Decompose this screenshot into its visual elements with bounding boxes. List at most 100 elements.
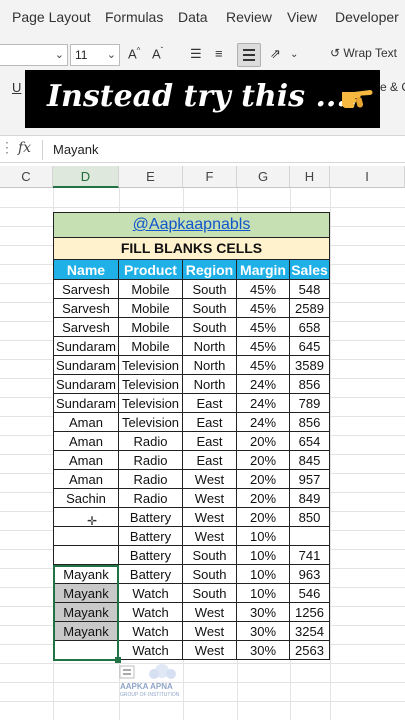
table-cell-name[interactable]: Sarvesh — [53, 280, 119, 299]
table-cell-product[interactable]: Television — [119, 413, 183, 432]
table-cell-region[interactable]: South — [183, 318, 237, 337]
table-cell-name[interactable]: Sachin — [53, 489, 119, 508]
table-cell-margin[interactable]: 30% — [237, 603, 290, 622]
table-cell-name[interactable]: Aman — [53, 413, 119, 432]
table-cell-product[interactable]: Television — [119, 375, 183, 394]
table-cell-sales[interactable]: 3254 — [290, 622, 330, 641]
table-cell-margin[interactable]: 10% — [237, 565, 290, 584]
align-middle-icon[interactable]: ≡ — [215, 46, 223, 61]
align-top-icon[interactable]: ☰ — [190, 46, 202, 62]
table-cell-sales[interactable]: 2589 — [290, 299, 330, 318]
table-cell-region[interactable]: West — [183, 622, 237, 641]
table-cell-product[interactable]: Mobile — [119, 280, 183, 299]
font-name-select[interactable]: ⌄ — [0, 44, 68, 66]
table-cell-sales[interactable]: 548 — [290, 280, 330, 299]
table-cell-margin[interactable]: 45% — [237, 280, 290, 299]
underline-icon[interactable]: U — [12, 80, 21, 95]
table-cell-name[interactable] — [53, 546, 119, 565]
increase-font-icon[interactable]: A^ — [128, 46, 140, 61]
decrease-font-icon[interactable]: Aˇ — [152, 46, 163, 61]
table-cell-region[interactable]: East — [183, 432, 237, 451]
table-cell-sales[interactable]: 645 — [290, 337, 330, 356]
table-cell-margin[interactable]: 20% — [237, 508, 290, 527]
table-cell-product[interactable]: Watch — [119, 603, 183, 622]
table-cell-margin[interactable]: 20% — [237, 470, 290, 489]
table-cell-region[interactable]: North — [183, 375, 237, 394]
table-cell-margin[interactable]: 45% — [237, 337, 290, 356]
table-cell-region[interactable]: West — [183, 527, 237, 546]
table-cell-name[interactable]: Mayank — [53, 622, 119, 641]
table-cell-region[interactable]: West — [183, 489, 237, 508]
tab-formulas[interactable]: Formulas — [105, 9, 163, 25]
column-heading-sales[interactable]: Sales — [290, 260, 330, 280]
tab-view[interactable]: View — [287, 9, 317, 25]
table-cell-name[interactable] — [53, 508, 119, 527]
table-cell-region[interactable]: East — [183, 451, 237, 470]
table-cell-sales[interactable]: 1256 — [290, 603, 330, 622]
table-cell-region[interactable]: South — [183, 299, 237, 318]
table-cell-region[interactable]: West — [183, 641, 237, 660]
table-cell-region[interactable]: North — [183, 337, 237, 356]
table-cell-region[interactable]: South — [183, 280, 237, 299]
table-cell-sales[interactable]: 3589 — [290, 356, 330, 375]
table-cell-sales[interactable]: 546 — [290, 584, 330, 603]
fx-icon[interactable]: fx — [18, 140, 31, 156]
table-cell-product[interactable]: Watch — [119, 641, 183, 660]
table-cell-margin[interactable]: 20% — [237, 432, 290, 451]
column-heading-region[interactable]: Region — [183, 260, 237, 280]
table-cell-name[interactable]: Sundaram — [53, 337, 119, 356]
table-cell-region[interactable]: West — [183, 603, 237, 622]
table-cell-product[interactable]: Battery — [119, 546, 183, 565]
table-cell-product[interactable]: Radio — [119, 489, 183, 508]
column-header-c[interactable]: C — [0, 166, 53, 188]
table-cell-name[interactable]: Sarvesh — [53, 318, 119, 337]
column-header-d[interactable]: D — [53, 166, 119, 188]
table-cell-region[interactable]: South — [183, 565, 237, 584]
tab-data[interactable]: Data — [178, 9, 208, 25]
table-cell-sales[interactable] — [290, 527, 330, 546]
column-heading-product[interactable]: Product — [119, 260, 183, 280]
table-cell-region[interactable]: South — [183, 546, 237, 565]
table-cell-sales[interactable]: 658 — [290, 318, 330, 337]
table-cell-sales[interactable]: 845 — [290, 451, 330, 470]
table-cell-sales[interactable]: 963 — [290, 565, 330, 584]
table-cell-region[interactable]: South — [183, 584, 237, 603]
table-cell-margin[interactable]: 24% — [237, 394, 290, 413]
table-cell-product[interactable]: Watch — [119, 622, 183, 641]
table-cell-margin[interactable]: 24% — [237, 375, 290, 394]
table-cell-margin[interactable]: 10% — [237, 527, 290, 546]
orientation-icon[interactable]: ⇗ — [270, 46, 281, 62]
table-cell-name[interactable]: Sundaram — [53, 356, 119, 375]
table-cell-margin[interactable]: 20% — [237, 489, 290, 508]
table-cell-product[interactable]: Television — [119, 394, 183, 413]
table-cell-product[interactable]: Battery — [119, 565, 183, 584]
table-cell-product[interactable]: Radio — [119, 470, 183, 489]
merge-center-button[interactable]: e & C — [380, 80, 405, 94]
column-header-g[interactable]: G — [237, 166, 290, 188]
table-cell-name[interactable]: Aman — [53, 470, 119, 489]
table-cell-product[interactable]: Radio — [119, 432, 183, 451]
table-cell-product[interactable]: Television — [119, 356, 183, 375]
table-cell-sales[interactable]: 789 — [290, 394, 330, 413]
column-header-h[interactable]: H — [290, 166, 330, 188]
table-cell-region[interactable]: East — [183, 413, 237, 432]
table-cell-name[interactable] — [53, 527, 119, 546]
table-cell-margin[interactable]: 10% — [237, 546, 290, 565]
table-cell-product[interactable]: Mobile — [119, 337, 183, 356]
table-cell-margin[interactable]: 10% — [237, 584, 290, 603]
table-cell-sales[interactable]: 2563 — [290, 641, 330, 660]
table-cell-name[interactable]: Mayank — [53, 584, 119, 603]
table-cell-name[interactable]: Sundaram — [53, 375, 119, 394]
table-cell-product[interactable]: Mobile — [119, 299, 183, 318]
column-header-f[interactable]: F — [183, 166, 237, 188]
table-cell-margin[interactable]: 45% — [237, 356, 290, 375]
column-header-e[interactable]: E — [119, 166, 183, 188]
table-cell-margin[interactable]: 45% — [237, 318, 290, 337]
table-cell-sales[interactable]: 856 — [290, 413, 330, 432]
table-cell-region[interactable]: West — [183, 470, 237, 489]
table-cell-name[interactable]: Sarvesh — [53, 299, 119, 318]
tab-page-layout[interactable]: Page Layout — [12, 9, 91, 25]
table-cell-margin[interactable]: 30% — [237, 641, 290, 660]
table-cell-sales[interactable]: 849 — [290, 489, 330, 508]
table-title-link[interactable]: @Aapkaapnabls — [53, 212, 330, 238]
